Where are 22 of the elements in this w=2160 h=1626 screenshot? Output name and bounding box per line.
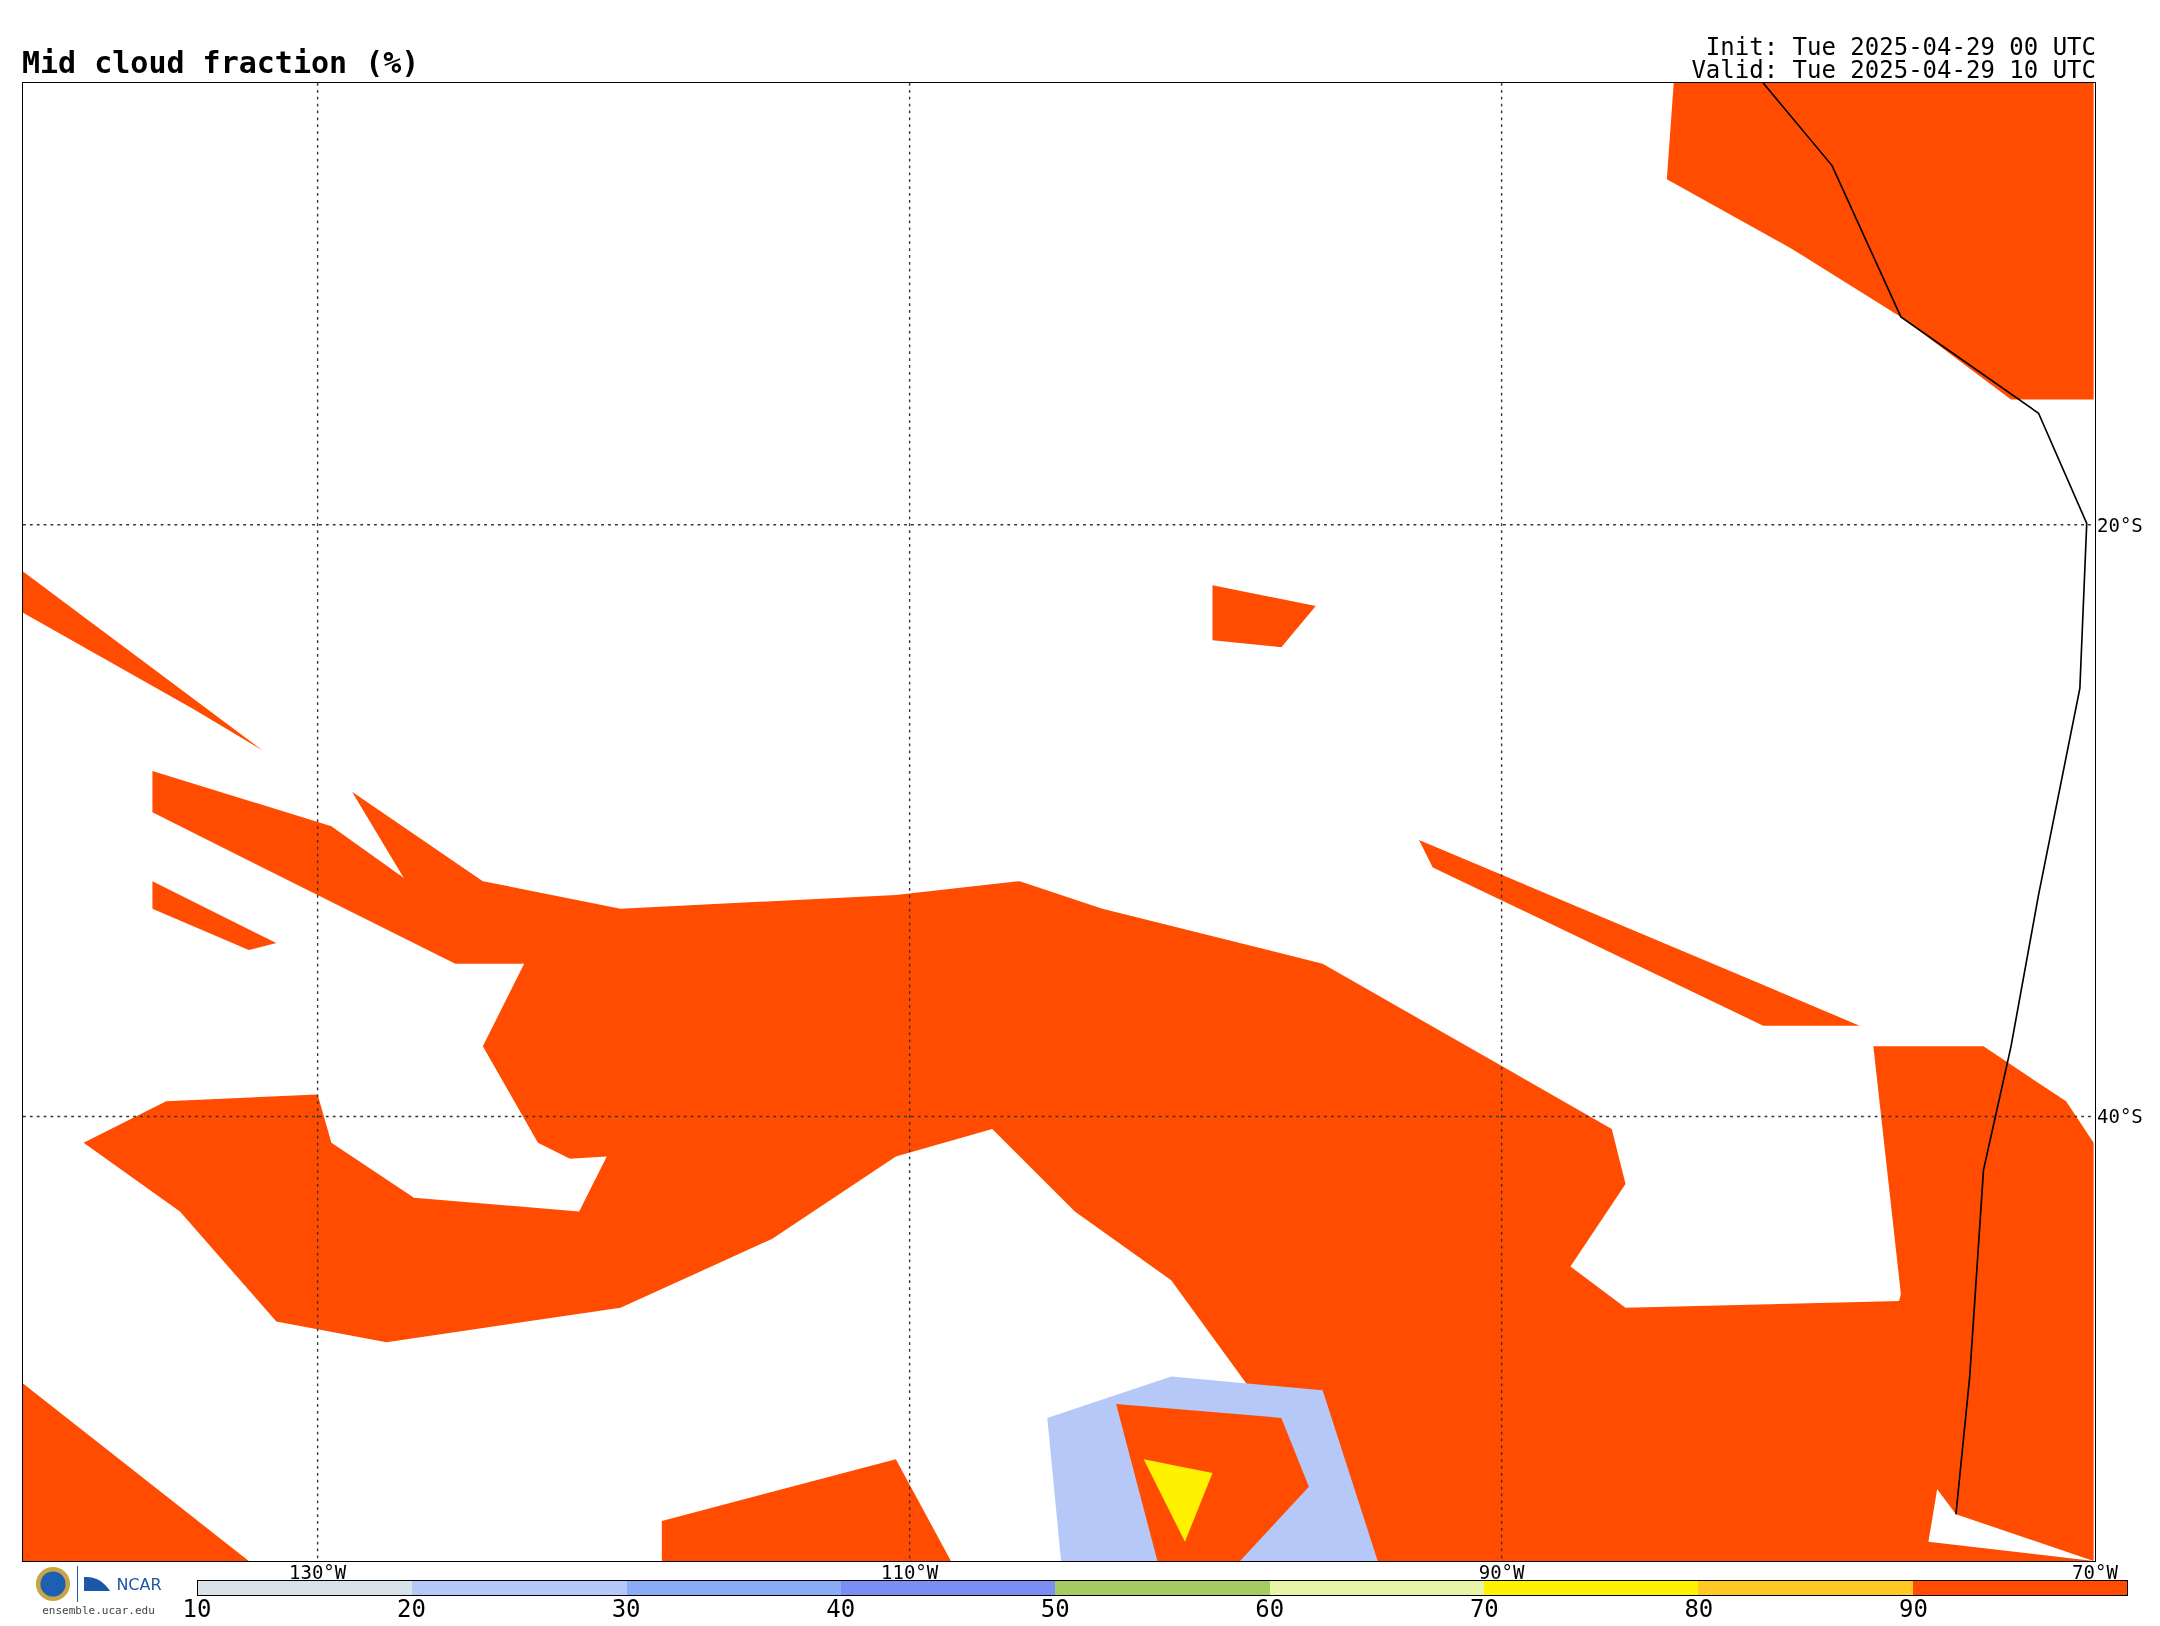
scale-label: 40 — [826, 1596, 856, 1622]
latitude-label: 20°S — [2096, 513, 2143, 536]
scale-label: 30 — [611, 1596, 641, 1622]
scale-label: 80 — [1684, 1596, 1714, 1622]
wave-logo-icon — [84, 1575, 111, 1593]
valid-time: Valid: Tue 2025-04-29 10 UTC — [1691, 59, 2096, 82]
scale-label: 70 — [1469, 1596, 1499, 1622]
init-time: Init: Tue 2025-04-29 00 UTC — [1705, 36, 2096, 59]
scale-label: 10 — [182, 1596, 212, 1622]
logo-text: NCAR — [116, 1574, 162, 1594]
longitude-label: 70°W — [2072, 1561, 2118, 1583]
latitude-label: 40°S — [2096, 1105, 2143, 1128]
longitude-label: 110°W — [881, 1561, 939, 1583]
longitude-label: 130°W — [289, 1561, 347, 1583]
scale-label: 20 — [397, 1596, 426, 1622]
scale-label: 60 — [1255, 1596, 1285, 1622]
scale-label: 90 — [1899, 1596, 1928, 1622]
website-address: ensemble.ucar.edu — [42, 1604, 155, 1617]
scale-label: 50 — [1040, 1596, 1070, 1622]
globe-seal-icon — [35, 1566, 72, 1602]
chart-title: Mid cloud fraction (%) — [22, 48, 420, 82]
longitude-label: 90°W — [1478, 1561, 1525, 1583]
